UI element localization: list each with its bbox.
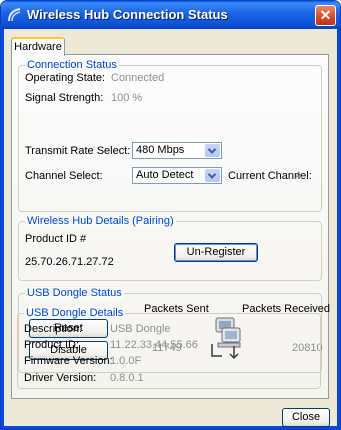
channel-select[interactable]: Auto Detect <box>132 167 222 184</box>
current-channel-value: A <box>295 170 303 182</box>
operating-state-value: Connected <box>111 72 165 84</box>
chevron-down-icon[interactable] <box>205 144 220 157</box>
channel-select-value: Auto Detect <box>136 169 194 181</box>
dialog-window: Wireless Hub Connection Status ✕ Hardwar… <box>0 0 341 430</box>
transmit-rate-select[interactable]: 480 Mbps <box>132 142 222 159</box>
dongle-details-group: USB Dongle Details Description: USB Dong… <box>17 307 321 389</box>
window-border-right <box>337 29 340 429</box>
dongle-product-id-label: Product ID: <box>24 339 80 351</box>
unregister-button[interactable]: Un-Register <box>174 243 258 262</box>
window-title: Wireless Hub Connection Status <box>27 7 228 22</box>
title-close-button[interactable]: ✕ <box>315 5 336 26</box>
hub-details-group: Wireless Hub Details (Pairing) Product I… <box>18 215 322 281</box>
close-button[interactable]: Close <box>282 408 330 427</box>
firmware-version-value: 1.0.0F <box>110 355 142 367</box>
dongle-details-legend: USB Dongle Details <box>24 307 126 319</box>
signal-strength-label: Signal Strength: <box>25 92 104 104</box>
firmware-version-label: Firmware Version: <box>24 355 113 367</box>
channel-select-label: Channel Select: <box>25 170 103 182</box>
hub-details-legend: Wireless Hub Details (Pairing) <box>25 215 176 227</box>
hub-product-id-value: 25.70.26.71.27.72 <box>25 256 114 268</box>
dongle-product-id-value: 11.22.33.44.55.66 <box>110 339 198 351</box>
description-label: Description: <box>24 323 83 335</box>
connection-status-group: Connection Status Operating State: Conne… <box>18 59 322 212</box>
wireless-app-icon <box>8 8 21 22</box>
close-icon: ✕ <box>319 7 332 23</box>
transmit-rate-label: Transmit Rate Select: <box>25 145 131 157</box>
tab-hardware[interactable]: Hardware <box>11 37 65 56</box>
dongle-status-legend: USB Dongle Status <box>25 287 124 299</box>
signal-strength-value: 100 % <box>111 92 143 104</box>
description-value: USB Dongle <box>110 323 171 335</box>
chevron-down-icon[interactable] <box>205 169 220 182</box>
connection-status-legend: Connection Status <box>25 59 119 71</box>
hub-product-id-label: Product ID # <box>25 233 87 245</box>
driver-version-label: Driver Version: <box>24 372 97 384</box>
transmit-rate-value: 480 Mbps <box>136 144 185 156</box>
title-bar[interactable]: Wireless Hub Connection Status ✕ <box>1 1 340 29</box>
driver-version-value: 0.8.0.1 <box>110 372 144 384</box>
window-border-left <box>1 29 4 429</box>
operating-state-label: Operating State: <box>25 72 106 84</box>
